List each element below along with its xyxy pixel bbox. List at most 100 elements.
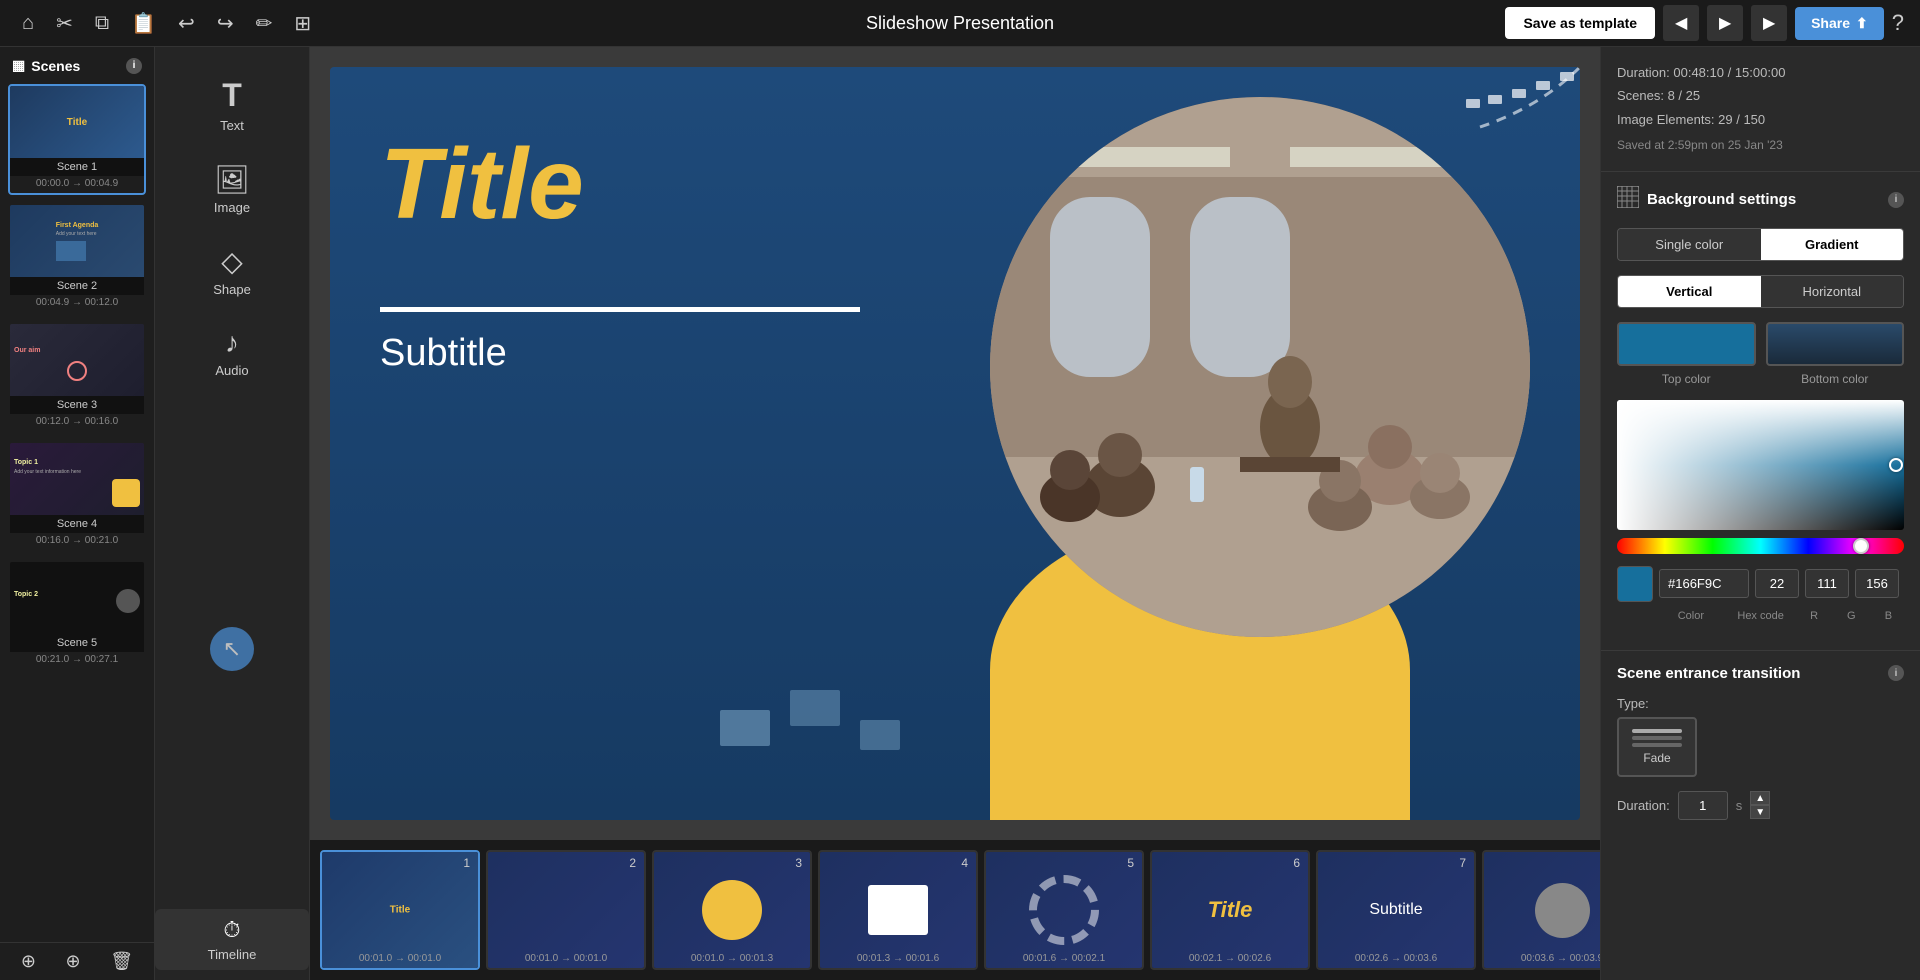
undo-button[interactable]: ↩ [172,7,201,40]
scene-2-time: 00:04.9 → 00:12.0 [10,295,144,312]
delete-scene-button[interactable]: 🗑 [110,951,133,972]
paste-button[interactable]: 📋 [125,7,162,40]
duration-input[interactable] [1678,791,1728,820]
transition-info-icon[interactable]: i [1888,665,1904,681]
duration-up-button[interactable]: ▲ [1750,791,1770,805]
color-label: Color [1659,610,1723,622]
cut-button[interactable]: ✂ [50,7,79,40]
scene-thumb-5: Topic 2 [10,562,144,634]
scenes-header: ▦ Scenes i [0,47,154,80]
scene-item-2[interactable]: First Agenda Add your text here Scene 2 … [8,203,146,314]
hue-handle[interactable] [1853,538,1869,554]
play-next-button[interactable]: ▶ [1751,5,1787,41]
scene-item-5[interactable]: Topic 2 Scene 5 00:21.0 → 00:27.1 [8,560,146,671]
fade-button[interactable]: Fade [1617,717,1697,777]
duration-row: Duration: s ▲ ▼ [1617,791,1904,820]
single-color-btn[interactable]: Single color [1618,229,1761,260]
thumb-5-num: 5 [1127,856,1134,870]
play-button[interactable]: ▶ [1707,5,1743,41]
shape-tool[interactable]: ◇ Shape [155,235,309,307]
scene-thumb-1: Title [10,86,144,158]
r-label: R [1799,610,1830,622]
thumb-3-circle [702,880,762,940]
topbar: ⌂ ✂ ⧉ 📋 ↩ ↪ ✏ ⊞ Slideshow Presentation S… [0,0,1920,47]
thumb-4-rect [868,885,928,935]
top-color-col: Top color [1617,322,1756,386]
audio-tool[interactable]: ♪ Audio [155,317,309,388]
gradient-handle[interactable] [1889,458,1903,472]
bottom-color-swatch[interactable] [1766,322,1905,366]
grid-button[interactable]: ⊞ [288,7,317,40]
thumb-8-globe [1535,883,1590,938]
home-button[interactable]: ⌂ [16,8,40,39]
right-panel: Duration: 00:48:10 / 15:00:00 Scenes: 8 … [1600,47,1920,980]
thumb-3-time: 00:01.0 → 00:01.3 [691,953,773,964]
direction-toggle: Vertical Horizontal [1617,275,1904,308]
slide-title[interactable]: Title [380,127,584,242]
scene-item-1[interactable]: Title Scene 1 00:00.0 → 00:04.9 [8,84,146,195]
save-template-button[interactable]: Save as template [1505,7,1655,39]
scenes-header-left: ▦ Scenes [12,57,80,74]
thumb-6-title: Title [1208,897,1253,923]
scene-item-3[interactable]: Our aim Scene 3 00:12.0 → 00:16.0 [8,322,146,433]
color-preview-small[interactable] [1617,566,1653,602]
timeline-label: Timeline [208,947,257,962]
duration-label: Duration: [1617,798,1670,813]
thumb-4-num: 4 [961,856,968,870]
horizontal-btn[interactable]: Horizontal [1761,276,1904,307]
hex-input[interactable] [1659,569,1749,598]
topbar-left: ⌂ ✂ ⧉ 📋 ↩ ↪ ✏ ⊞ [16,7,317,40]
timeline-thumb-3[interactable]: 3 00:01.0 → 00:01.3 [652,850,812,970]
g-input[interactable] [1805,569,1849,598]
thumb-5-time: 00:01.6 → 00:02.1 [1023,953,1105,964]
timeline-thumb-5[interactable]: 5 00:01.6 → 00:02.1 [984,850,1144,970]
audio-icon: ♪ [225,327,239,359]
duration-info: Duration: 00:48:10 / 15:00:00 [1617,61,1904,84]
bg-settings-info-icon[interactable]: i [1888,192,1904,208]
add-scene-button[interactable]: ⊕ [21,951,36,972]
gradient-btn[interactable]: Gradient [1761,229,1904,260]
gradient-picker-area[interactable] [1617,400,1904,530]
timeline-thumb-2[interactable]: 2 00:01.0 → 00:01.0 [486,850,646,970]
edit-button[interactable]: ✏ [250,7,279,40]
slide-subtitle[interactable]: Subtitle [380,332,507,375]
scenes-info-icon[interactable]: i [126,58,142,74]
color-values-row [1617,566,1904,602]
share-button[interactable]: Share ⬆ [1795,7,1884,40]
canvas-area: Title Subtitle [310,47,1600,980]
thumb-6-num: 6 [1293,856,1300,870]
scenes-bottom-icons: ⊕ ⊕ 🗑 [0,942,154,980]
copy-button[interactable]: ⧉ [89,8,115,39]
slide-canvas[interactable]: Title Subtitle [330,67,1580,820]
r-input[interactable] [1755,569,1799,598]
scenes-folder-icon: ▦ [12,57,25,74]
redo-button[interactable]: ↪ [211,7,240,40]
scenes-panel: ▦ Scenes i Title Scene 1 00:00.0 → 00:04… [0,47,155,980]
timeline-thumb-6[interactable]: Title 6 00:02.1 → 00:02.6 [1150,850,1310,970]
scene-item-4[interactable]: Topic 1 Add your text information here S… [8,441,146,552]
duration-down-button[interactable]: ▼ [1750,805,1770,819]
thumb-1-time: 00:01.0 → 00:01.0 [359,953,441,964]
play-prev-button[interactable]: ◀ [1663,5,1699,41]
timeline-thumb-7[interactable]: Subtitle 7 00:02.6 → 00:03.6 [1316,850,1476,970]
timeline-thumb-1[interactable]: Title 1 00:01.0 → 00:01.0 [320,850,480,970]
presentation-title: Slideshow Presentation [866,13,1054,34]
scene-thumb-2: First Agenda Add your text here [10,205,144,277]
duplicate-scene-button[interactable]: ⊕ [66,951,81,972]
timeline-thumb-8[interactable]: 8 00:03.6 → 00:03.9 [1482,850,1600,970]
text-tool[interactable]: T Text [155,67,309,143]
help-button[interactable]: ? [1892,10,1904,36]
slide-circular-image [990,97,1530,637]
hue-slider[interactable] [1617,538,1904,554]
scene-2-text: First Agenda [56,222,99,229]
timeline-thumb-4[interactable]: 4 00:01.3 → 00:01.6 [818,850,978,970]
image-tool[interactable]: 🖼 Image [155,153,309,225]
vertical-btn[interactable]: Vertical [1618,276,1761,307]
b-input[interactable] [1855,569,1899,598]
timeline-button[interactable]: ⏱ Timeline [155,909,309,970]
classroom-svg [990,97,1530,637]
thumb-7-time: 00:02.6 → 00:03.6 [1355,953,1437,964]
g-label: G [1836,610,1867,622]
cursor-circle: ↖ [210,627,254,671]
top-color-swatch[interactable] [1617,322,1756,366]
